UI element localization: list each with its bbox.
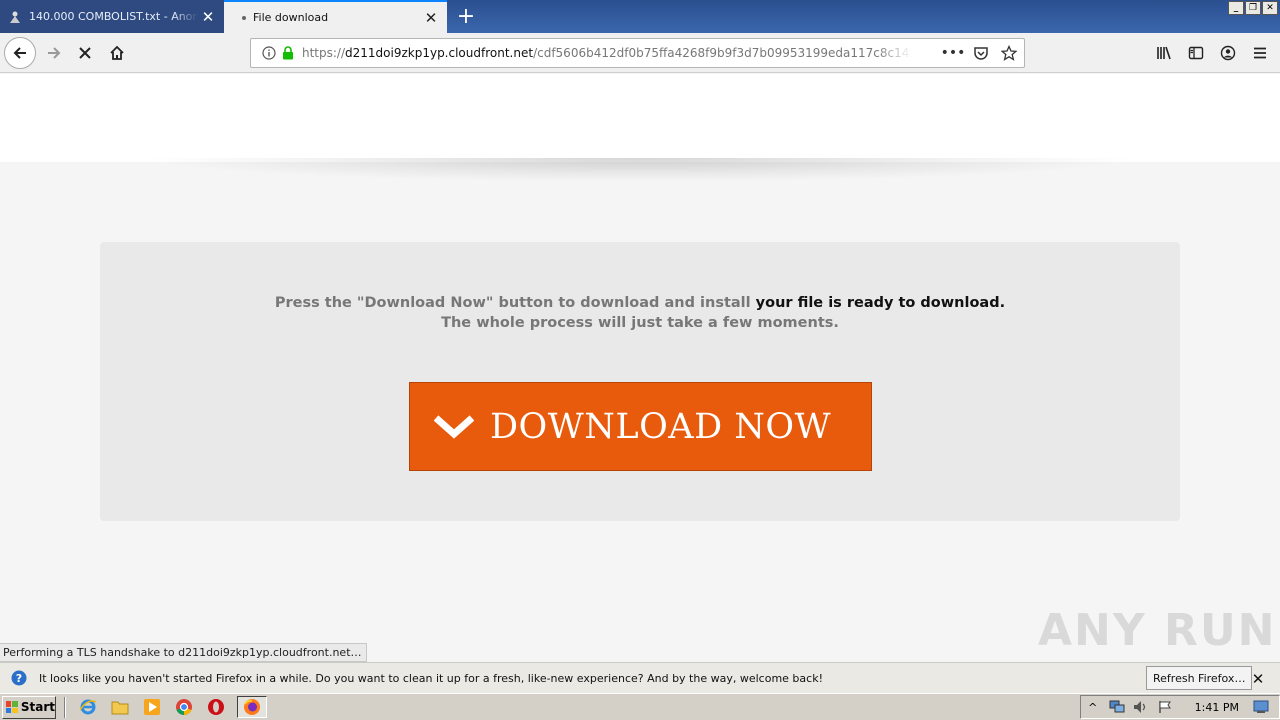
navigation-toolbar: https://d211doi9zkp1yp.cloudfront.net/cd… — [0, 33, 1280, 73]
url-path: /cdf5606b412df0b75ffa4268f9b9f3d7b099531… — [533, 46, 912, 60]
show-desktop-icon[interactable] — [1253, 699, 1269, 715]
chrome-icon[interactable] — [173, 696, 195, 718]
site-info-icon[interactable] — [258, 46, 280, 60]
new-tab-button[interactable]: + — [452, 3, 480, 29]
url-actions: ••• — [941, 39, 1018, 67]
internet-explorer-icon[interactable] — [77, 696, 99, 718]
action-center-flag-icon[interactable] — [1157, 699, 1173, 715]
anonfiles-favicon-icon — [8, 10, 22, 24]
url-scheme: https:// — [302, 46, 346, 60]
pocket-icon[interactable] — [972, 44, 990, 62]
url-bar[interactable]: https://d211doi9zkp1yp.cloudfront.net/cd… — [250, 38, 1025, 68]
notification-close-icon[interactable]: ✕ — [1248, 669, 1268, 689]
account-button[interactable] — [1214, 37, 1242, 69]
svg-text:?: ? — [16, 672, 22, 685]
forward-arrow-icon — [48, 47, 61, 59]
status-panel: Performing a TLS handshake to d211doi9zk… — [0, 643, 367, 662]
opera-icon[interactable] — [205, 696, 227, 718]
tab-strip: 140.000 COMBOLIST.txt - AnonFiles ✕ File… — [0, 0, 1280, 33]
firefox-icon — [244, 699, 260, 715]
sidebar-icon — [1188, 46, 1204, 60]
system-tray: ^ 1:41 PM — [1079, 695, 1280, 719]
show-hidden-icons-icon[interactable]: ^ — [1085, 699, 1101, 715]
library-button[interactable] — [1150, 37, 1178, 69]
download-panel: Press the "Download Now" button to downl… — [100, 242, 1180, 521]
instruction-line-2: The whole process will just take a few m… — [441, 315, 839, 331]
minimize-button[interactable]: _ — [1228, 1, 1244, 15]
sidebar-button[interactable] — [1182, 37, 1210, 69]
instruction-highlight: your file is ready to download — [755, 295, 1000, 311]
volume-icon[interactable] — [1133, 699, 1149, 715]
library-icon — [1157, 46, 1171, 60]
back-button[interactable] — [4, 37, 36, 69]
home-icon — [110, 45, 124, 60]
tab-title: File download — [253, 11, 329, 24]
start-button[interactable]: Start — [2, 695, 56, 719]
network-icon[interactable] — [1109, 699, 1125, 715]
home-button[interactable] — [101, 37, 133, 69]
forward-button[interactable] — [38, 37, 70, 69]
header-shadow — [140, 158, 1140, 182]
loading-indicator-icon — [242, 15, 246, 20]
start-label: Start — [20, 700, 55, 714]
download-now-button[interactable]: DOWNLOAD NOW — [409, 382, 872, 471]
windows-logo-icon — [6, 701, 18, 713]
instruction-prefix: Press the "Download Now" button to downl… — [274, 295, 756, 311]
window-controls: _ ❐ ✕ — [1228, 1, 1278, 15]
url-host: d211doi9zkp1yp.cloudfront.net — [345, 46, 534, 60]
taskbar: Start ^ 1:41 PM — [0, 693, 1280, 720]
instruction-line-1: Press the "Download Now" button to downl… — [100, 293, 1180, 313]
close-window-button[interactable]: ✕ — [1262, 1, 1278, 15]
watermark-text: ANY RUN — [1038, 605, 1277, 656]
question-icon: ? — [11, 670, 27, 686]
back-arrow-icon — [13, 47, 26, 59]
refresh-firefox-notification: ? It looks like you haven't started Fire… — [0, 662, 1280, 693]
download-now-label: DOWNLOAD NOW — [490, 406, 832, 447]
account-icon — [1220, 45, 1236, 61]
secure-lock-icon[interactable] — [280, 46, 296, 60]
chevron-down-icon — [434, 407, 474, 447]
page-header — [0, 74, 1280, 162]
bookmark-star-icon[interactable] — [1000, 44, 1018, 62]
firefox-taskbar-button[interactable] — [237, 696, 267, 718]
download-instructions: Press the "Download Now" button to downl… — [100, 293, 1180, 333]
stop-button[interactable] — [69, 37, 101, 69]
system-clock: 1:41 PM — [1194, 700, 1239, 714]
page-actions-menu-icon[interactable]: ••• — [941, 44, 966, 62]
instruction-suffix: . — [999, 295, 1006, 311]
restore-button[interactable]: ❐ — [1245, 1, 1261, 15]
hamburger-menu-icon — [1254, 47, 1266, 59]
notification-message: It looks like you haven't started Firefo… — [39, 671, 823, 685]
refresh-firefox-button[interactable]: Refresh Firefox… — [1146, 666, 1253, 690]
taskbar-separator — [64, 696, 66, 718]
tab-title: 140.000 COMBOLIST.txt - AnonFiles — [29, 10, 198, 23]
anyrun-watermark: ANY RUN — [1038, 605, 1277, 656]
file-explorer-icon[interactable] — [109, 696, 131, 718]
app-menu-button[interactable] — [1246, 37, 1274, 69]
tab-close-icon[interactable]: ✕ — [198, 7, 218, 27]
url-text[interactable]: https://d211doi9zkp1yp.cloudfront.net/cd… — [302, 46, 912, 60]
stop-icon — [79, 47, 91, 59]
tab-file-download[interactable]: File download ✕ — [224, 0, 447, 33]
toolbar-right — [1150, 37, 1274, 69]
tab-close-icon[interactable]: ✕ — [421, 8, 441, 28]
media-player-icon[interactable] — [141, 696, 163, 718]
tab-anonfiles[interactable]: 140.000 COMBOLIST.txt - AnonFiles ✕ — [0, 0, 224, 33]
